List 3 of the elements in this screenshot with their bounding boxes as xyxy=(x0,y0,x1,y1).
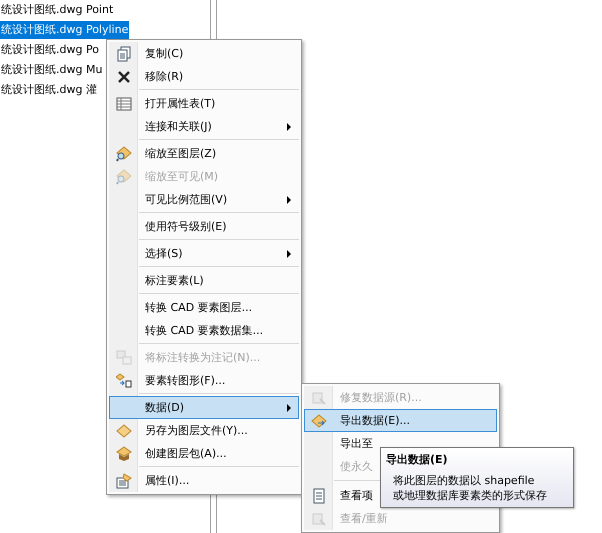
tooltip-text: 将此图层的数据以 shapefile xyxy=(393,473,536,488)
tooltip-title: 导出数据(E) xyxy=(386,452,449,467)
tooltip-text: 或地理数据库要素类的形式保存 xyxy=(393,488,548,503)
